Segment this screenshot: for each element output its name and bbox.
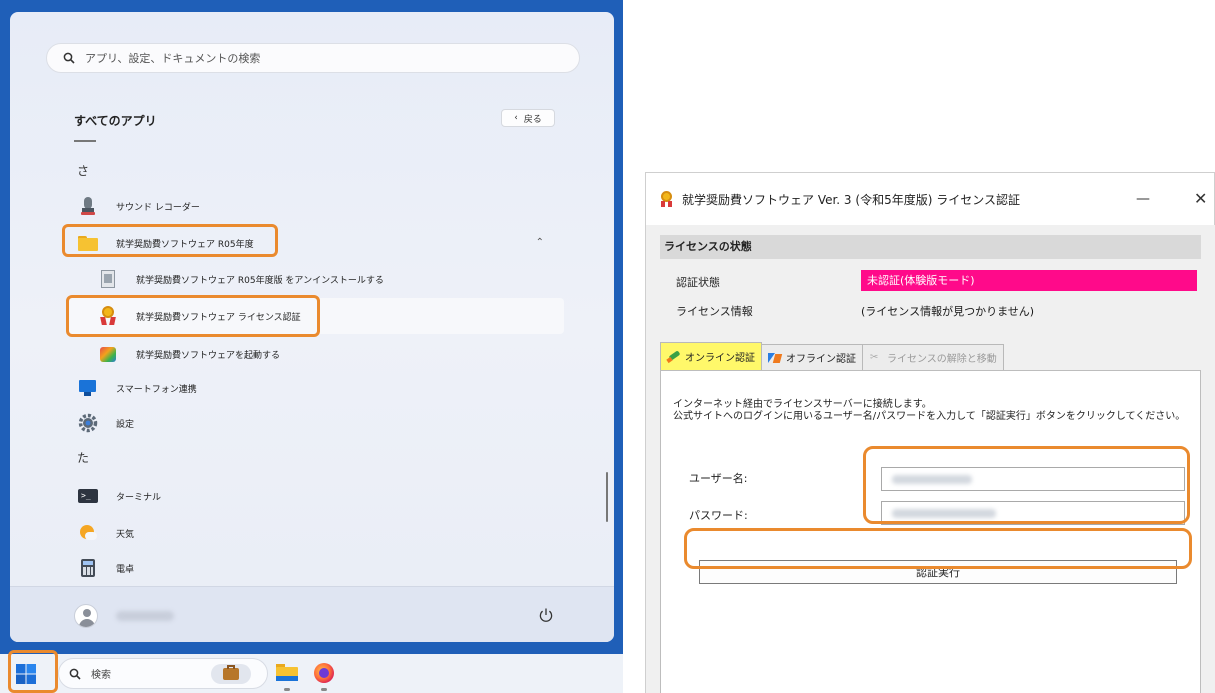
divider: [74, 140, 96, 142]
app-weather[interactable]: 天気: [66, 515, 564, 551]
letter-header-sa[interactable]: さ: [77, 162, 89, 179]
rocket-icon: [666, 349, 681, 363]
power-icon[interactable]: [538, 607, 554, 623]
callout-start-button: [8, 650, 58, 693]
online-description: インターネット経由でライセンスサーバーに接続します。 公式サイトへのログインに用…: [673, 399, 1193, 423]
user-bar: [10, 586, 614, 642]
app-uninstall[interactable]: 就学奨励費ソフトウェア R05年度版 をアンインストールする: [66, 261, 564, 297]
gear-icon: [78, 413, 98, 433]
callout-folder: [62, 224, 278, 257]
screenshot-root: アプリ、設定、ドキュメントの検索 すべてのアプリ ‹ 戻る さ サウンド レコー…: [0, 0, 1215, 693]
offline-icon: [768, 352, 783, 364]
microphone-icon: [78, 196, 98, 216]
app-label: 就学奨励費ソフトウェアを起動する: [136, 350, 281, 361]
dialog-title: 就学奨励費ソフトウェア Ver. 3 (令和5年度版) ライセンス認証: [682, 192, 1020, 207]
firefox-icon[interactable]: [313, 662, 335, 684]
app-label: 電卓: [116, 564, 135, 575]
tab-label: ライセンスの解除と移動: [887, 354, 997, 365]
search-placeholder: アプリ、設定、ドキュメントの検索: [85, 52, 261, 65]
back-button-label: 戻る: [523, 114, 542, 125]
tab-offline-auth[interactable]: オフライン認証: [761, 344, 863, 370]
chevron-left-icon: ‹: [514, 113, 518, 123]
app-label: 天気: [116, 529, 135, 540]
app-label: サウンド レコーダー: [116, 202, 200, 213]
description-text: インターネット経由でライセンスサーバーに接続します。 公式サイトへのログインに用…: [673, 399, 1186, 422]
app-label: 設定: [116, 419, 135, 430]
tab-license-release[interactable]: ✂ ライセンスの解除と移動: [862, 344, 1004, 370]
desktop-background: アプリ、設定、ドキュメントの検索 すべてのアプリ ‹ 戻る さ サウンド レコー…: [0, 0, 623, 693]
license-dialog: 就学奨励費ソフトウェア Ver. 3 (令和5年度版) ライセンス認証 — ✕ …: [645, 172, 1215, 693]
scissors-icon: ✂: [870, 351, 879, 363]
taskbar-search-input[interactable]: 検索: [58, 658, 268, 689]
minimize-button[interactable]: —: [1136, 191, 1150, 207]
letter-header-ta[interactable]: た: [77, 449, 89, 466]
briefcase-icon: [211, 664, 251, 684]
taskbar-search-label: 検索: [91, 670, 111, 681]
close-button[interactable]: ✕: [1194, 189, 1207, 208]
tab-online-auth[interactable]: オンライン認証: [660, 342, 762, 370]
scrollbar[interactable]: [606, 472, 608, 522]
running-indicator: [284, 688, 290, 691]
terminal-icon: >_: [78, 486, 98, 506]
uninstall-icon: [98, 269, 118, 289]
taskbar: 検索: [0, 654, 623, 693]
app-launch[interactable]: 就学奨励費ソフトウェアを起動する: [66, 336, 564, 372]
phone-link-icon: [78, 378, 98, 398]
start-search-input[interactable]: アプリ、設定、ドキュメントの検索: [46, 43, 580, 73]
app-calculator[interactable]: 電卓: [66, 550, 564, 586]
tab-label: オフライン認証: [786, 354, 856, 365]
app-phone-link[interactable]: スマートフォン連携: [66, 370, 564, 406]
search-icon: [63, 52, 75, 64]
award-ribbon-icon: [660, 191, 674, 207]
password-label: パスワード:: [689, 509, 748, 522]
callout-credentials: [863, 446, 1190, 524]
chevron-up-icon[interactable]: ⌃: [536, 237, 544, 248]
back-button[interactable]: ‹ 戻る: [501, 109, 555, 127]
callout-license-app: [66, 295, 320, 337]
avatar[interactable]: [74, 604, 98, 628]
section-header: ライセンスの状態: [660, 235, 1201, 259]
license-info-label: ライセンス情報: [676, 305, 753, 318]
app-label: 就学奨励費ソフトウェア R05年度版 をアンインストールする: [136, 275, 384, 286]
app-terminal[interactable]: >_ ターミナル: [66, 478, 564, 514]
tab-strip: オンライン認証 オフライン認証 ✂ ライセンスの解除と移動: [660, 342, 1004, 370]
search-icon: [69, 668, 81, 680]
app-label: ターミナル: [116, 492, 162, 503]
app-settings[interactable]: 設定: [66, 405, 564, 441]
auth-status-label: 認証状態: [676, 276, 720, 289]
calculator-icon: [78, 558, 98, 578]
app-label: スマートフォン連携: [116, 384, 197, 395]
dialog-titlebar: 就学奨励費ソフトウェア Ver. 3 (令和5年度版) ライセンス認証 — ✕: [646, 173, 1215, 225]
username-label: ユーザー名:: [689, 472, 748, 485]
tab-label: オンライン認証: [685, 353, 755, 364]
user-name-redacted: [116, 611, 174, 621]
callout-execute: [684, 528, 1192, 569]
auth-status-value: 未認証(体験版モード): [861, 270, 1197, 291]
license-info-value: (ライセンス情報が見つかりません): [861, 305, 1035, 318]
cube-icon: [98, 344, 118, 364]
all-apps-title: すべてのアプリ: [74, 114, 157, 128]
file-explorer-icon[interactable]: [276, 662, 298, 684]
running-indicator: [321, 688, 327, 691]
app-sound-recorder[interactable]: サウンド レコーダー: [66, 188, 564, 224]
weather-icon: [78, 523, 98, 543]
